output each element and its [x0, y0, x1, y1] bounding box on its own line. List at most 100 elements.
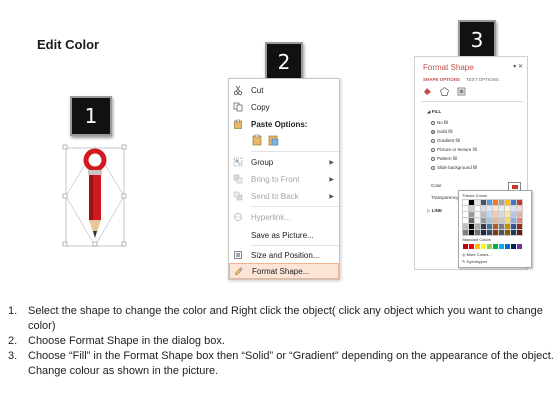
color-swatch[interactable] [492, 205, 499, 212]
color-swatch[interactable] [510, 217, 517, 224]
fill-option-solid[interactable]: Solid fill [431, 129, 453, 134]
menu-item-group[interactable]: Group ▶ [229, 154, 339, 170]
color-swatch[interactable] [480, 223, 487, 230]
color-swatch[interactable] [498, 211, 505, 218]
color-swatch[interactable] [474, 199, 481, 206]
color-swatch[interactable] [517, 244, 522, 249]
paste-picture-icon[interactable] [267, 134, 279, 148]
fill-section-header[interactable]: ◢ FILL [427, 109, 441, 115]
color-swatch[interactable] [504, 217, 511, 224]
color-swatch[interactable] [462, 199, 469, 206]
color-swatch[interactable] [510, 199, 517, 206]
tab-text-options[interactable]: TEXT OPTIONS [466, 77, 499, 82]
color-swatch[interactable] [468, 217, 475, 224]
pencil-shape[interactable] [60, 134, 130, 254]
color-swatch[interactable] [474, 223, 481, 230]
tab-shape-options[interactable]: SHAPE OPTIONS [423, 77, 460, 82]
color-swatch[interactable] [505, 244, 510, 249]
effects-icon[interactable] [440, 87, 449, 96]
color-swatch[interactable] [516, 217, 523, 224]
fill-line-icon[interactable] [423, 87, 432, 96]
color-swatch[interactable] [516, 205, 523, 212]
color-swatch[interactable] [463, 244, 468, 249]
color-swatch[interactable] [469, 244, 474, 249]
chevron-right-icon: ▶ [329, 159, 334, 166]
color-swatch[interactable] [511, 244, 516, 249]
paste-keep-formatting-icon[interactable] [251, 134, 263, 148]
color-swatch[interactable] [468, 223, 475, 230]
color-swatch[interactable] [480, 205, 487, 212]
color-swatch[interactable] [468, 211, 475, 218]
color-swatch[interactable] [492, 199, 499, 206]
color-swatch[interactable] [486, 217, 493, 224]
color-swatch[interactable] [510, 223, 517, 230]
color-swatch[interactable] [516, 229, 523, 236]
color-swatch[interactable] [510, 205, 517, 212]
eyedropper-option[interactable]: ✎ Eyedropper [462, 259, 487, 264]
menu-item-size-and-position[interactable]: Size and Position... [229, 247, 339, 263]
color-swatch[interactable] [498, 229, 505, 236]
color-swatch[interactable] [486, 223, 493, 230]
menu-item-bring-to-front[interactable]: Bring to Front ▶ [229, 171, 339, 187]
more-colors-option[interactable]: ◎ More Colors... [462, 252, 492, 257]
color-swatch[interactable] [481, 244, 486, 249]
color-swatch[interactable] [499, 244, 504, 249]
menu-item-save-as-picture[interactable]: Save as Picture... [229, 227, 339, 243]
color-swatch[interactable] [462, 217, 469, 224]
color-swatch[interactable] [492, 217, 499, 224]
color-swatch[interactable] [486, 229, 493, 236]
color-swatch[interactable] [516, 211, 523, 218]
color-swatch[interactable] [462, 211, 469, 218]
fill-option-gradient[interactable]: Gradient fill [431, 138, 460, 143]
color-swatch[interactable] [487, 244, 492, 249]
color-swatch[interactable] [462, 223, 469, 230]
close-icon[interactable]: ▾ ✕ [513, 63, 523, 70]
color-swatch[interactable] [468, 229, 475, 236]
color-swatch[interactable] [498, 199, 505, 206]
color-swatch[interactable] [475, 244, 480, 249]
color-swatch[interactable] [493, 244, 498, 249]
fill-option-no-fill[interactable]: No fill [431, 120, 448, 125]
color-swatch[interactable] [474, 205, 481, 212]
color-swatch[interactable] [492, 223, 499, 230]
color-swatch[interactable] [498, 223, 505, 230]
color-swatch[interactable] [486, 211, 493, 218]
color-swatch[interactable] [504, 199, 511, 206]
line-section-header[interactable]: ▷ LINE [427, 208, 442, 214]
color-swatch[interactable] [474, 211, 481, 218]
color-swatch[interactable] [498, 205, 505, 212]
color-swatch[interactable] [492, 211, 499, 218]
fill-option-picture[interactable]: Picture or texture fill [431, 147, 477, 152]
color-swatch[interactable] [468, 199, 475, 206]
color-swatch[interactable] [480, 229, 487, 236]
menu-item-send-to-back[interactable]: Send to Back ▶ [229, 188, 339, 204]
menu-item-format-shape[interactable]: Format Shape... [229, 263, 339, 279]
color-swatch[interactable] [474, 229, 481, 236]
color-swatch[interactable] [504, 223, 511, 230]
color-swatch[interactable] [486, 199, 493, 206]
color-swatch[interactable] [486, 205, 493, 212]
color-swatch[interactable] [504, 211, 511, 218]
menu-item-copy[interactable]: Copy [229, 99, 339, 115]
color-swatch[interactable] [510, 229, 517, 236]
color-swatch[interactable] [492, 229, 499, 236]
color-swatch[interactable] [468, 205, 475, 212]
color-swatch[interactable] [516, 223, 523, 230]
color-swatch[interactable] [504, 229, 511, 236]
color-swatch[interactable] [480, 199, 487, 206]
instructions-list: 1. Select the shape to change the color … [8, 304, 556, 379]
color-swatch[interactable] [480, 211, 487, 218]
menu-item-hyperlink[interactable]: Hyperlink... [229, 209, 339, 225]
color-swatch[interactable] [462, 205, 469, 212]
color-swatch[interactable] [498, 217, 505, 224]
fill-option-slide-background[interactable]: Slide background fill [431, 165, 477, 170]
color-swatch[interactable] [480, 217, 487, 224]
menu-item-cut[interactable]: Cut [229, 82, 339, 98]
color-swatch[interactable] [474, 217, 481, 224]
color-swatch[interactable] [462, 229, 469, 236]
color-swatch[interactable] [504, 205, 511, 212]
color-swatch[interactable] [516, 199, 523, 206]
size-properties-icon[interactable] [457, 87, 466, 96]
color-swatch[interactable] [510, 211, 517, 218]
fill-option-pattern[interactable]: Pattern fill [431, 156, 457, 161]
